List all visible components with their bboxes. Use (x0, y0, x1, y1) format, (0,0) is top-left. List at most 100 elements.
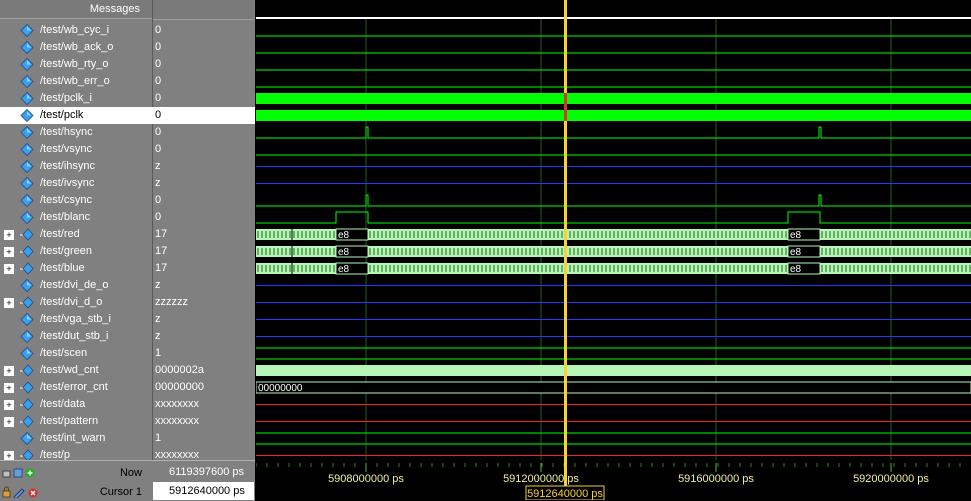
signal-row[interactable]: /test/scen 1 (0, 345, 255, 362)
cursor-toolbar-icons (2, 486, 38, 498)
tick-label: 5912000000 ps (503, 473, 579, 485)
signal-row[interactable]: /test/vga_stb_i z (0, 311, 255, 328)
lock-icon (2, 470, 11, 478)
signal-name: /test/pattern (40, 415, 99, 427)
signal-row[interactable]: /test/ivsync z (0, 175, 255, 192)
signal-row[interactable]: /test/wb_rty_o 0 (0, 56, 255, 73)
expand-icon[interactable]: + (4, 247, 14, 257)
bus-signal-icon (20, 364, 34, 377)
pencil-icon (13, 468, 23, 478)
close-icon (28, 488, 38, 498)
expand-icon[interactable]: + (4, 366, 14, 376)
cursor-readout: 5912640000 ps (527, 488, 603, 500)
signal-row[interactable]: /test/wb_ack_o 0 (0, 39, 255, 56)
diamond-signal-icon (20, 41, 34, 54)
waveform-view[interactable]: e8 e8 e8 e8 e8 e8 00000000 (256, 0, 971, 460)
signal-name: /test/pclk (40, 109, 84, 121)
bus-signal-icon (20, 245, 34, 258)
signal-row[interactable]: /test/hsync 0 (0, 124, 255, 141)
signal-row[interactable]: + /test/dvi_d_o zzzzzz (0, 294, 255, 311)
bus-signal-icon (20, 381, 34, 394)
signal-value: 0 (155, 109, 162, 121)
signal-row[interactable]: + /test/green 17 (0, 243, 255, 260)
messages-header: Messages (0, 0, 152, 19)
bus-value-label: e8 (790, 230, 802, 241)
signal-name: /test/error_cnt (40, 381, 108, 393)
diamond-signal-icon (20, 126, 34, 139)
signal-row[interactable]: /test/wb_err_o 0 (0, 73, 255, 90)
signal-name: /test/dvi_d_o (40, 296, 103, 308)
cursor-value[interactable]: 5912640000 ps (153, 482, 254, 500)
diamond-signal-icon (20, 160, 34, 173)
status-left: Now 6119397600 ps Cursor 1 5912640000 ps (0, 460, 255, 501)
expand-icon[interactable]: + (4, 298, 14, 308)
signal-row[interactable]: /test/dvi_de_o z (0, 277, 255, 294)
diamond-signal-icon (20, 313, 34, 326)
signal-value: 1 (155, 347, 162, 359)
signal-row[interactable]: + /test/red 17 (0, 226, 255, 243)
signal-name: /test/wd_cnt (40, 364, 99, 376)
cursor-row: Cursor 1 5912640000 ps (0, 482, 255, 501)
signal-row[interactable]: + /test/pattern xxxxxxxx (0, 413, 255, 430)
cursor-line (564, 0, 567, 460)
signal-row[interactable]: /test/dut_stb_i z (0, 328, 255, 345)
signal-value: 0 (155, 75, 162, 87)
expand-icon[interactable]: + (4, 264, 14, 274)
signal-name: /test/hsync (40, 126, 93, 138)
add-icon (25, 468, 35, 478)
signal-name: /test/scen (40, 347, 88, 359)
signal-value: 0 (155, 194, 162, 206)
clock-trace (256, 93, 971, 104)
signal-name: /test/wb_rty_o (40, 58, 109, 70)
bus-value-label: e8 (338, 264, 350, 275)
diamond-signal-icon (20, 432, 34, 445)
signal-row[interactable]: /test/blanc 0 (0, 209, 255, 226)
time-axis[interactable]: 5908000000 ps 5912000000 ps 5916000000 ps 5… (256, 460, 971, 500)
signal-row[interactable]: /test/ihsync z (0, 158, 255, 175)
tick-label: 5920000000 ps (853, 473, 929, 485)
diamond-signal-icon (20, 279, 34, 292)
signal-value: 00000000 (155, 381, 204, 393)
signal-row[interactable]: + /test/data xxxxxxxx (0, 396, 255, 413)
now-value: 6119397600 ps (153, 463, 254, 481)
signal-name: /test/ihsync (40, 160, 96, 172)
signal-row[interactable]: /test/wb_cyc_i 0 (0, 22, 255, 39)
now-row: Now 6119397600 ps (0, 463, 255, 482)
signal-name: /test/blanc (40, 211, 91, 223)
signal-value: 0 (155, 143, 162, 155)
signal-value: 0000002a (155, 364, 204, 376)
expand-icon[interactable]: + (4, 400, 14, 410)
top-border (256, 17, 971, 19)
now-label: Now (119, 467, 142, 479)
signal-value: z (155, 279, 161, 291)
signal-name: /test/ivsync (40, 177, 95, 189)
bus-signal-icon (20, 398, 34, 411)
waveform-canvas[interactable]: e8 e8 e8 e8 e8 e8 00000000 (256, 0, 971, 460)
signal-name: /test/blue (40, 262, 85, 274)
expand-icon[interactable]: + (4, 230, 14, 240)
expand-icon[interactable]: + (4, 417, 14, 427)
bus-trace (256, 365, 971, 376)
cursor-line[interactable] (564, 460, 567, 486)
signal-name: /test/wb_cyc_i (40, 24, 110, 36)
signal-value: zzzzzz (155, 296, 188, 308)
signal-name: /test/green (40, 245, 92, 257)
signal-row[interactable]: + /test/error_cnt 00000000 (0, 379, 255, 396)
signal-row[interactable]: /test/pclk_i 0 (0, 90, 255, 107)
expand-icon[interactable]: + (4, 383, 14, 393)
wave-trace (256, 126, 971, 139)
signal-row[interactable]: /test/vsync 0 (0, 141, 255, 158)
signal-row[interactable]: + /test/blue 17 (0, 260, 255, 277)
wave-trace (256, 211, 971, 224)
signal-row[interactable]: /test/csync 0 (0, 192, 255, 209)
bus-value-label: 00000000 (258, 383, 303, 394)
diamond-signal-icon (20, 92, 34, 105)
diamond-signal-icon (20, 24, 34, 37)
signal-row[interactable]: + /test/wd_cnt 0000002a (0, 362, 255, 379)
signal-value: 0 (155, 211, 162, 223)
signal-name: /test/wb_err_o (40, 75, 110, 87)
signal-value: 17 (155, 262, 168, 274)
signal-row[interactable]: /test/int_warn 1 (0, 430, 255, 447)
bus-signal-icon (20, 415, 34, 428)
signal-row[interactable]: /test/pclk 0 (0, 107, 255, 124)
